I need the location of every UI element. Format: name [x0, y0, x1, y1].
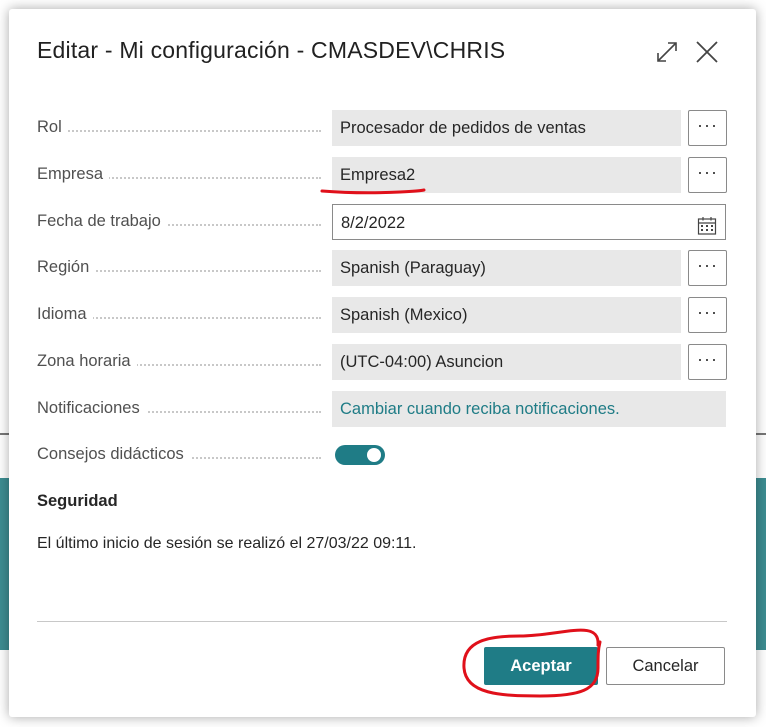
zona-row: Zona horaria (UTC-04:00) Asuncion ···: [37, 344, 727, 380]
leader-dots: [37, 130, 321, 132]
zona-lookup-button[interactable]: ···: [688, 344, 727, 380]
notificaciones-link[interactable]: Cambiar cuando reciba notificaciones.: [332, 391, 726, 427]
empresa-row: Empresa Empresa2 ···: [37, 157, 727, 193]
notificaciones-row: Notificaciones Cambiar cuando reciba not…: [37, 391, 727, 427]
consejos-toggle[interactable]: [335, 445, 385, 465]
idioma-label: Idioma: [37, 305, 93, 324]
background-panel: [756, 478, 766, 650]
zona-field[interactable]: (UTC-04:00) Asuncion: [332, 344, 681, 380]
region-field[interactable]: Spanish (Paraguay): [332, 250, 681, 286]
accept-button[interactable]: Aceptar: [484, 647, 598, 685]
region-lookup-button[interactable]: ···: [688, 250, 727, 286]
settings-dialog: Editar - Mi configuración - CMASDEV\CHRI…: [9, 9, 756, 717]
empresa-field[interactable]: Empresa2: [332, 157, 681, 193]
rol-row: Rol Procesador de pedidos de ventas ···: [37, 110, 727, 146]
rol-label: Rol: [37, 118, 68, 137]
background-divider: [756, 433, 766, 435]
footer-divider: [37, 621, 727, 622]
cancel-button[interactable]: Cancelar: [606, 647, 725, 685]
idioma-row: Idioma Spanish (Mexico) ···: [37, 297, 727, 333]
fecha-field[interactable]: 8/2/2022: [332, 204, 726, 240]
rol-lookup-button[interactable]: ···: [688, 110, 727, 146]
dialog-title: Editar - Mi configuración - CMASDEV\CHRI…: [37, 37, 506, 63]
close-icon[interactable]: [694, 39, 720, 65]
expand-icon[interactable]: [654, 39, 680, 65]
empresa-label: Empresa: [37, 165, 110, 184]
idioma-field[interactable]: Spanish (Mexico): [332, 297, 681, 333]
notificaciones-label: Notificaciones: [37, 399, 146, 418]
rol-field[interactable]: Procesador de pedidos de ventas: [332, 110, 681, 146]
consejos-row: Consejos didácticos: [37, 437, 727, 473]
fecha-label: Fecha de trabajo: [37, 212, 167, 231]
zona-label: Zona horaria: [37, 352, 137, 371]
fecha-value: 8/2/2022: [341, 214, 406, 232]
calendar-icon[interactable]: [697, 213, 717, 249]
consejos-label: Consejos didácticos: [37, 445, 190, 464]
security-title: Seguridad: [37, 492, 118, 510]
last-login-text: El último inicio de sesión se realizó el…: [37, 535, 417, 552]
toggle-knob: [367, 448, 381, 462]
fecha-row: Fecha de trabajo 8/2/2022: [37, 204, 727, 240]
region-row: Región Spanish (Paraguay) ···: [37, 250, 727, 286]
idioma-lookup-button[interactable]: ···: [688, 297, 727, 333]
region-label: Región: [37, 258, 96, 277]
empresa-lookup-button[interactable]: ···: [688, 157, 727, 193]
